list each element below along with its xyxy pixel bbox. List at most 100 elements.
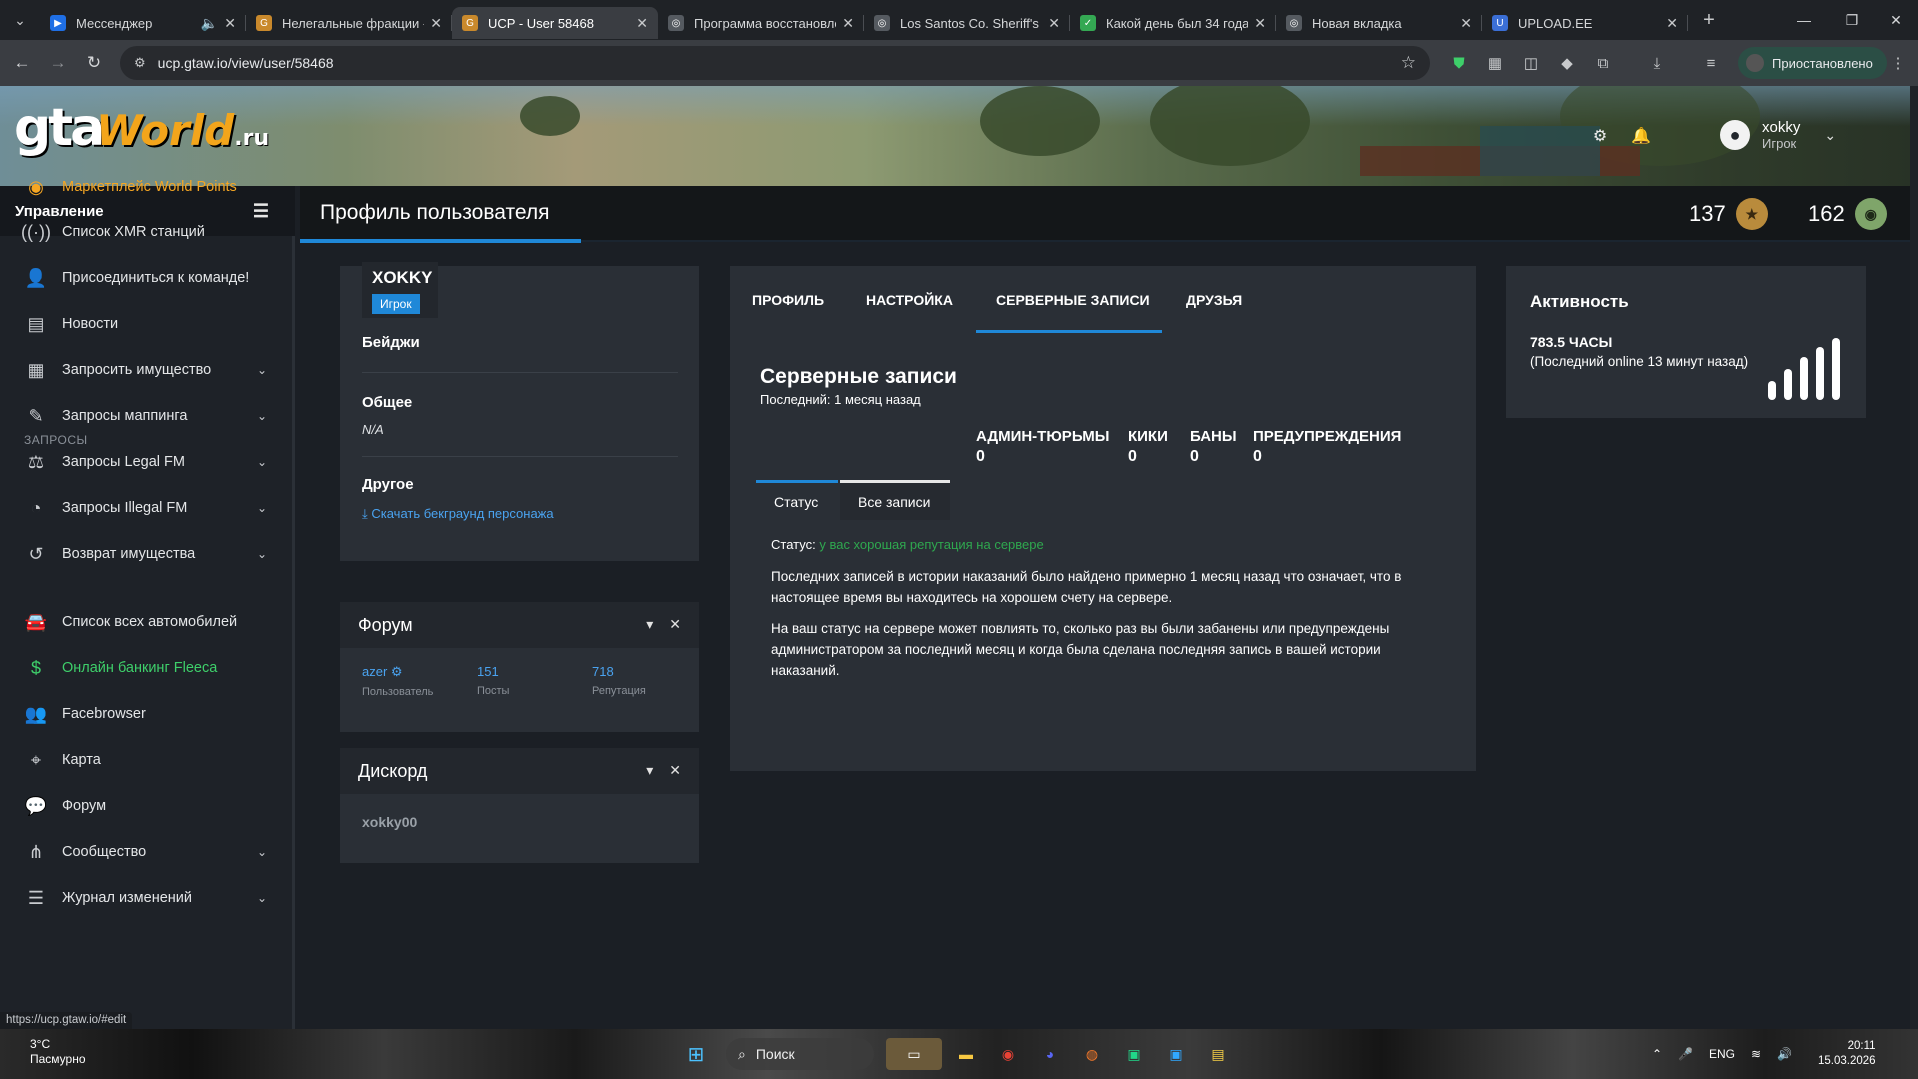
tab-close-icon[interactable]: ✕ [1460, 15, 1472, 32]
sidebar-item[interactable]: ☰ Журнал изменений ⌄ [0, 876, 295, 920]
browser-tab[interactable]: ◎ Новая вкладка ✕ [1276, 7, 1482, 39]
close-icon[interactable]: ✕ [669, 616, 681, 633]
tab-title: Мессенджер [76, 15, 153, 31]
taskbar-clock[interactable]: 20:11 15.03.2026 [1818, 1039, 1876, 1069]
tab-close-icon[interactable]: ✕ [1666, 15, 1678, 32]
volume-icon[interactable]: 🔊 [1777, 1047, 1792, 1061]
browser-tab[interactable]: ▶ Мессенджер 🔈 ✕ [40, 7, 246, 39]
browser-menu-icon[interactable]: ⋮ [1880, 45, 1916, 81]
fire-extension-icon[interactable]: ◆ [1549, 45, 1585, 81]
clock-time: 20:11 [1847, 1040, 1876, 1052]
reload-icon[interactable]: ↻ [76, 45, 112, 81]
sidebar-item[interactable]: ✎ Запросы маппинга ⌄ [0, 394, 295, 438]
close-icon[interactable]: ✕ [669, 762, 681, 779]
qr-extension-icon[interactable]: ▦ [1477, 45, 1513, 81]
windows-start-icon[interactable]: ⊞ [680, 1038, 712, 1070]
tab-search-icon[interactable]: ⌄ [0, 0, 40, 40]
browser-tab[interactable]: ✓ Какой день был 34 года ✕ [1070, 7, 1276, 39]
sidebar-item[interactable]: 👥 Facebrowser [0, 692, 295, 736]
blender-icon[interactable]: ◍ [1076, 1038, 1108, 1070]
sidebar-item[interactable]: 👤 Присоединиться к команде! [0, 256, 295, 300]
sidebar-item[interactable]: ▤ Новости [0, 302, 295, 346]
sidebar-item[interactable]: ↺ Возврат имущества ⌄ [0, 532, 295, 576]
browser-tab[interactable]: ◎ Los Santos Co. Sheriff's D ✕ [864, 7, 1070, 39]
tab-close-icon[interactable]: ✕ [636, 15, 648, 32]
sidebar-item[interactable]: 🚘 Список всех автомобилей [0, 600, 295, 644]
page-scrollbar[interactable] [1910, 86, 1918, 1029]
lock-app-icon[interactable]: ▤ [1202, 1038, 1234, 1070]
tab-close-icon[interactable]: ✕ [842, 15, 854, 32]
download-background-link[interactable]: ⤓ Скачать бекграунд персонажа [362, 506, 554, 522]
chevron-down-icon[interactable]: ⌄ [257, 845, 267, 859]
maximize-icon[interactable]: ❐ [1828, 0, 1876, 40]
settings-gear-icon[interactable]: ⚙ [1587, 123, 1613, 149]
screenshot-extension-icon[interactable]: ◫ [1513, 45, 1549, 81]
tab-settings[interactable]: НАСТРОЙКА [866, 292, 953, 308]
forum-posts-value[interactable]: 151 [477, 664, 509, 679]
tray-overflow-icon[interactable]: ⌃ [1652, 1047, 1662, 1061]
browser-tab[interactable]: G UCP - User 58468 ✕ [452, 7, 658, 39]
sidebar-item[interactable]: 💬 Форум [0, 784, 295, 828]
sidebar-item[interactable]: ▦ Запросить имущество ⌄ [0, 348, 295, 392]
sidebar-item[interactable]: $ Онлайн банкинг Fleeca [0, 646, 295, 690]
forum-reputation-value[interactable]: 718 [592, 664, 646, 679]
subtab-status[interactable]: Статус [756, 480, 838, 520]
tab-close-icon[interactable]: ✕ [1048, 15, 1060, 32]
chevron-down-icon[interactable]: ⌄ [257, 409, 267, 423]
sidebar-scrollbar[interactable] [292, 236, 295, 1029]
wifi-icon[interactable]: ≋ [1751, 1047, 1761, 1061]
browser-tab[interactable]: ◎ Программа восстановле ✕ [658, 7, 864, 39]
extensions-puzzle-icon[interactable]: ⧉ [1585, 45, 1621, 81]
weather-widget[interactable]: 3°C Пасмурно [30, 1037, 86, 1067]
taskbar-search[interactable]: ⌕ Поиск [726, 1038, 874, 1070]
chevron-down-icon[interactable]: ⌄ [257, 363, 267, 377]
sidebar-item[interactable]: ⌖ Карта [0, 738, 295, 782]
tab-close-icon[interactable]: ✕ [430, 15, 442, 32]
chevron-down-icon[interactable]: ⌄ [257, 501, 267, 515]
search-icon: ⌕ [738, 1045, 746, 1062]
bookmark-star-icon[interactable]: ☆ [1401, 53, 1416, 73]
language-indicator[interactable]: ENG [1709, 1047, 1735, 1061]
sidebar-item[interactable]: ((·)) Список XMR станций [0, 210, 295, 254]
chevron-down-icon[interactable]: ⌄ [257, 547, 267, 561]
chevron-down-icon[interactable]: ⌄ [1824, 127, 1836, 144]
close-window-icon[interactable]: ✕ [1872, 0, 1918, 40]
tab-audio-icon[interactable]: 🔈 [201, 15, 218, 32]
task-view-thumbnail-icon[interactable]: ▭ [886, 1038, 942, 1070]
sidebar-item[interactable]: ⋔ Сообщество ⌄ [0, 830, 295, 874]
file-explorer-icon[interactable]: ▬ [950, 1038, 982, 1070]
back-icon[interactable]: ← [4, 45, 40, 81]
minimize-icon[interactable]: — [1780, 0, 1828, 40]
download-icon[interactable]: ⤓ [1639, 45, 1675, 81]
media-control-icon[interactable]: ≡ [1693, 45, 1729, 81]
chevron-down-icon[interactable]: ⌄ [257, 455, 267, 469]
discord-icon[interactable]: ◕ [1034, 1038, 1066, 1070]
microphone-icon[interactable]: 🎤 [1678, 1047, 1693, 1061]
shield-extension-icon[interactable]: ⛊ [1441, 45, 1477, 81]
subtab-all-records[interactable]: Все записи [840, 480, 950, 520]
browser-tab[interactable]: U UPLOAD.EE ✕ [1482, 7, 1688, 39]
collapse-caret-icon[interactable]: ▾ [646, 616, 653, 633]
new-tab-button[interactable]: + [1692, 3, 1726, 37]
chrome-icon[interactable]: ◉ [992, 1038, 1024, 1070]
address-bar[interactable]: ⚙ ucp.gtaw.io/view/user/58468 ☆ [120, 46, 1430, 80]
sidebar-item[interactable]: ◉ Маркетплейс World Points [0, 165, 295, 209]
tab-close-icon[interactable]: ✕ [224, 15, 236, 32]
photoshop-icon[interactable]: ▣ [1160, 1038, 1192, 1070]
profile-paused-button[interactable]: Приостановлено [1738, 47, 1887, 79]
browser-tab[interactable]: G Нелегальные фракции - ✕ [246, 7, 452, 39]
tab-profile[interactable]: ПРОФИЛЬ [752, 292, 824, 308]
gtaw-logo[interactable]: gtaWorld.ru [14, 98, 269, 158]
tab-friends[interactable]: ДРУЗЬЯ [1186, 292, 1242, 308]
notifications-bell-icon[interactable]: 🔔 [1628, 123, 1654, 149]
sidebar-item[interactable]: ◔ Запросы Illegal FM ⌄ [0, 486, 295, 530]
tab-server-records[interactable]: СЕРВЕРНЫЕ ЗАПИСИ [996, 292, 1150, 308]
tab-close-icon[interactable]: ✕ [1254, 15, 1266, 32]
forum-user-link[interactable]: azer ⚙ [362, 664, 433, 680]
pycharm-icon[interactable]: ▣ [1118, 1038, 1150, 1070]
chevron-down-icon[interactable]: ⌄ [257, 891, 267, 905]
user-menu[interactable]: ● xokky Игрок ⌄ [1720, 112, 1900, 158]
collapse-caret-icon[interactable]: ▾ [646, 762, 653, 779]
site-info-icon[interactable]: ⚙ [134, 55, 146, 71]
forward-icon[interactable]: → [40, 45, 76, 81]
